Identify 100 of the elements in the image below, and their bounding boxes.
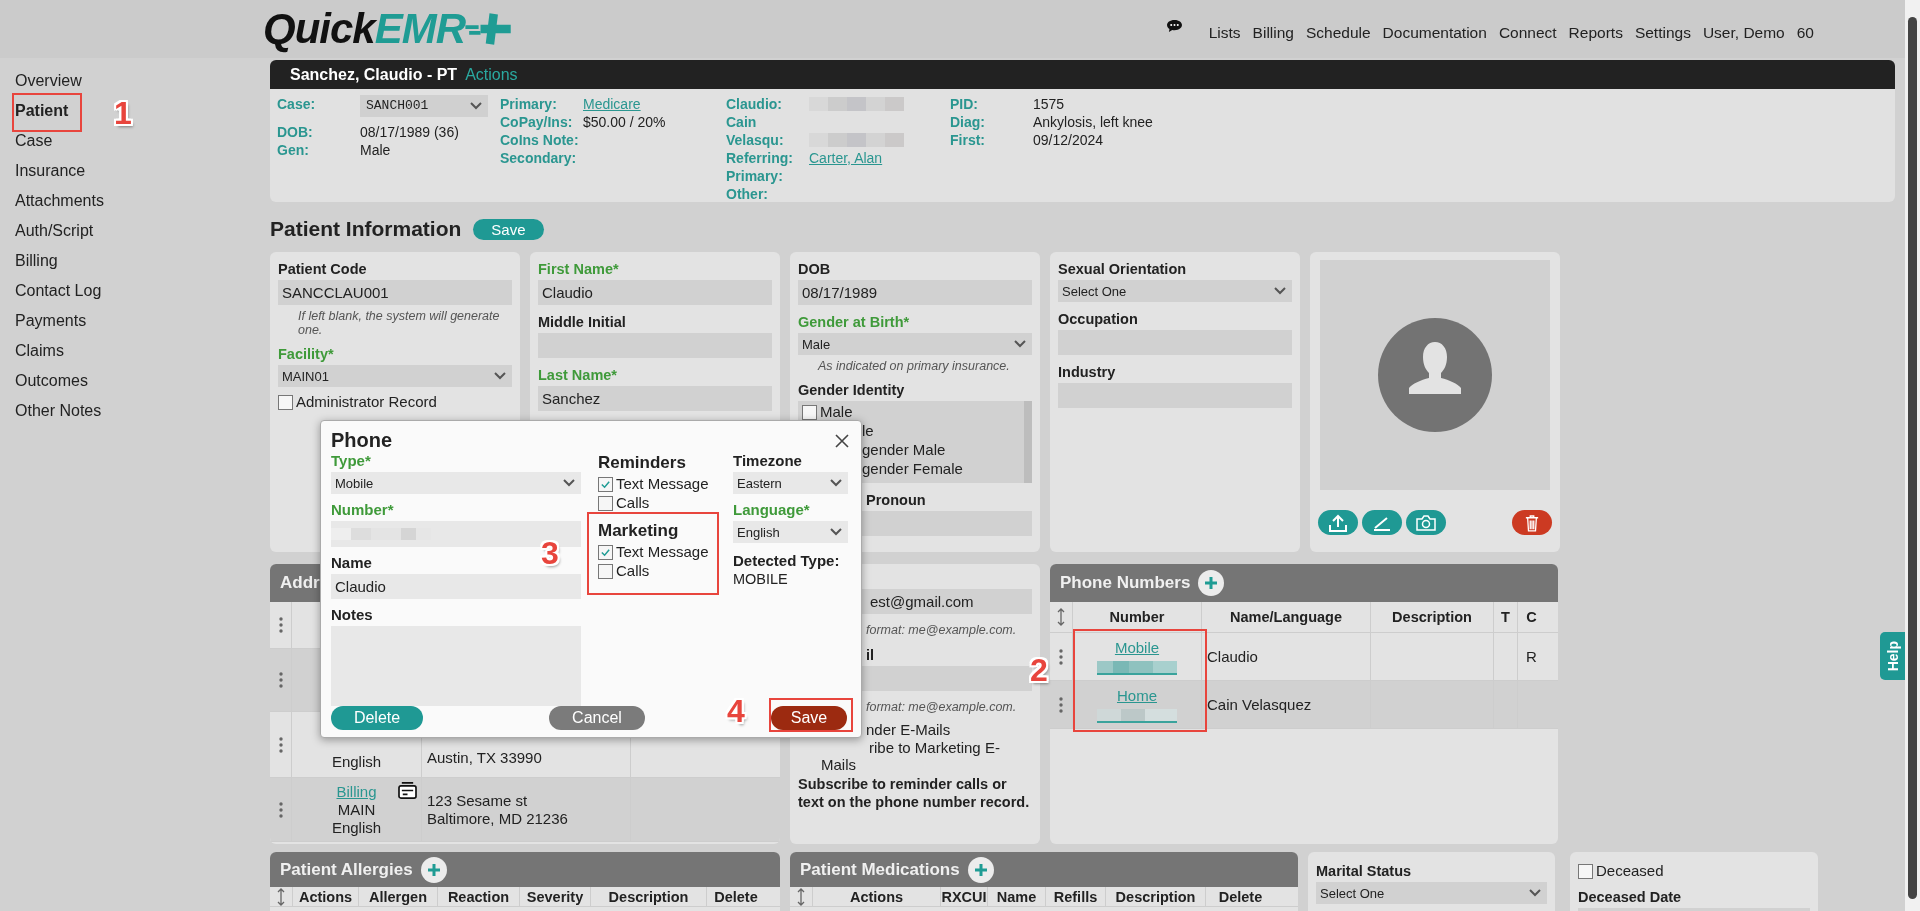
drag-handle-icon[interactable] bbox=[278, 672, 283, 688]
nav-link[interactable]: Lists bbox=[1208, 24, 1241, 42]
select-field[interactable]: Select One bbox=[1058, 280, 1292, 302]
field-label: DOB bbox=[798, 260, 831, 278]
cancel-button[interactable]: Cancel bbox=[549, 706, 645, 730]
checkbox-label: nder E-Mails bbox=[866, 721, 951, 739]
info-label: Primary: bbox=[500, 95, 558, 113]
drag-handle-icon[interactable] bbox=[1059, 696, 1063, 713]
nav-link[interactable]: Reports bbox=[1568, 24, 1623, 42]
sidebar-item[interactable]: Billing bbox=[15, 246, 58, 276]
checkbox[interactable] bbox=[802, 404, 817, 420]
checkbox[interactable] bbox=[598, 476, 613, 492]
camera-button[interactable] bbox=[1406, 510, 1446, 535]
address-detail: English bbox=[331, 753, 382, 771]
input-field[interactable]: Claudio bbox=[331, 574, 581, 599]
field-label: Last Name* bbox=[538, 366, 617, 384]
nav-link[interactable]: Schedule bbox=[1305, 24, 1371, 42]
sidebar-item[interactable]: Payments bbox=[15, 306, 87, 336]
option-label: Male bbox=[820, 403, 853, 421]
sidebar-item[interactable]: Claims bbox=[15, 336, 64, 366]
sidebar-item[interactable]: Insurance bbox=[15, 156, 86, 186]
address-detail: MAIN bbox=[337, 800, 376, 819]
checkbox-label: ribe to Marketing E-Mails bbox=[821, 739, 1001, 773]
checkbox-label: Administrator Record bbox=[296, 393, 437, 411]
nav-link[interactable]: Settings bbox=[1634, 24, 1691, 42]
nav-link[interactable]: 60 bbox=[1796, 24, 1814, 42]
checkbox[interactable] bbox=[278, 394, 293, 410]
step-number: 2 bbox=[1030, 652, 1048, 688]
save-button[interactable]: Save bbox=[771, 706, 847, 730]
chat-icon[interactable] bbox=[1165, 19, 1183, 33]
field-label: Type* bbox=[331, 452, 371, 470]
field-label: Pronoun bbox=[866, 491, 926, 509]
signature-button[interactable] bbox=[1362, 510, 1402, 535]
add-icon[interactable] bbox=[420, 856, 447, 883]
resize-icon[interactable] bbox=[277, 887, 285, 906]
sidebar-item[interactable]: Patient bbox=[15, 96, 69, 126]
card-swap-icon[interactable] bbox=[398, 782, 417, 799]
select-field[interactable]: Select One bbox=[1316, 882, 1547, 904]
resize-icon[interactable] bbox=[797, 887, 805, 906]
info-label: PID: bbox=[950, 95, 979, 113]
drag-handle-icon[interactable] bbox=[1059, 648, 1063, 665]
info-label: Claudio: bbox=[726, 95, 783, 113]
input-field[interactable]: 08/17/1989 bbox=[798, 280, 1032, 305]
sidebar-item[interactable]: Overview bbox=[15, 66, 82, 96]
case-select[interactable]: SANCH001 bbox=[360, 95, 488, 117]
checkbox[interactable] bbox=[1578, 863, 1593, 879]
field-label: Industry bbox=[1058, 363, 1116, 381]
upload-icon bbox=[1328, 513, 1348, 532]
sidebar-item[interactable]: Contact Log bbox=[15, 276, 102, 306]
checkbox-label: Text Message bbox=[616, 543, 709, 561]
sidebar-item[interactable]: Case bbox=[15, 126, 53, 156]
dialog-title: Phone bbox=[331, 429, 393, 452]
resize-icon[interactable] bbox=[1057, 608, 1065, 626]
drag-handle-icon[interactable] bbox=[278, 801, 283, 818]
column-header: Description bbox=[1115, 888, 1196, 905]
field-label: Deceased Date bbox=[1578, 888, 1682, 906]
detected-type: MOBILE bbox=[733, 570, 789, 588]
select-field[interactable]: Male bbox=[798, 333, 1032, 355]
actions-link[interactable]: Actions bbox=[465, 65, 518, 84]
select-field[interactable]: Eastern bbox=[733, 472, 848, 494]
add-icon[interactable] bbox=[1198, 570, 1225, 596]
nav-link[interactable]: User, Demo bbox=[1702, 24, 1785, 42]
panel-title: Patient Allergies bbox=[280, 859, 413, 880]
checkbox[interactable] bbox=[598, 544, 613, 560]
input-field[interactable]: Sanchez bbox=[538, 386, 772, 411]
column-header: T bbox=[1501, 609, 1510, 625]
sidebar-item[interactable]: Outcomes bbox=[15, 366, 88, 396]
trash-icon bbox=[1525, 513, 1539, 532]
add-icon[interactable] bbox=[967, 856, 994, 883]
input-field[interactable]: SANCCLAU001 bbox=[278, 280, 512, 305]
checkbox[interactable] bbox=[598, 495, 613, 511]
checkbox-label: Calls bbox=[616, 494, 650, 512]
upload-button[interactable] bbox=[1318, 510, 1358, 535]
drag-handle-icon[interactable] bbox=[278, 736, 283, 753]
hint-text: If left blank, the system will generate one. bbox=[297, 309, 501, 337]
nav-link[interactable]: Documentation bbox=[1382, 24, 1487, 42]
note-text: Subscribe to reminder calls or text on the phone number record. bbox=[798, 775, 1031, 811]
notes-field[interactable] bbox=[331, 626, 581, 706]
close-icon[interactable] bbox=[835, 433, 849, 448]
checkbox[interactable] bbox=[598, 563, 613, 579]
info-value: 09/12/2024 bbox=[1033, 131, 1105, 149]
scrollbar[interactable] bbox=[1905, 0, 1920, 911]
nav-link[interactable]: Billing bbox=[1252, 24, 1294, 42]
input-field[interactable]: Claudio bbox=[538, 280, 772, 305]
select-field[interactable]: English bbox=[733, 521, 848, 543]
delete-photo-button[interactable] bbox=[1512, 510, 1552, 535]
section-title: Patient Information bbox=[270, 217, 462, 241]
logo-text: EMR bbox=[374, 5, 466, 52]
sidebar-item[interactable]: Auth/Script bbox=[15, 216, 94, 246]
info-label: Secondary: bbox=[500, 149, 578, 167]
select-field[interactable]: Mobile bbox=[331, 472, 581, 494]
sidebar-item[interactable]: Other Notes bbox=[15, 396, 102, 426]
field-label: Middle Initial bbox=[538, 313, 626, 331]
drag-handle-icon[interactable] bbox=[278, 617, 283, 633]
chevron-down-icon bbox=[563, 479, 575, 487]
sidebar-item[interactable]: Attachments bbox=[15, 186, 104, 216]
checkbox-label: Text Message bbox=[616, 475, 709, 493]
info-label: Primary: bbox=[726, 167, 784, 185]
select-field[interactable]: MAIN01 bbox=[278, 365, 512, 387]
nav-link[interactable]: Connect bbox=[1498, 24, 1557, 42]
